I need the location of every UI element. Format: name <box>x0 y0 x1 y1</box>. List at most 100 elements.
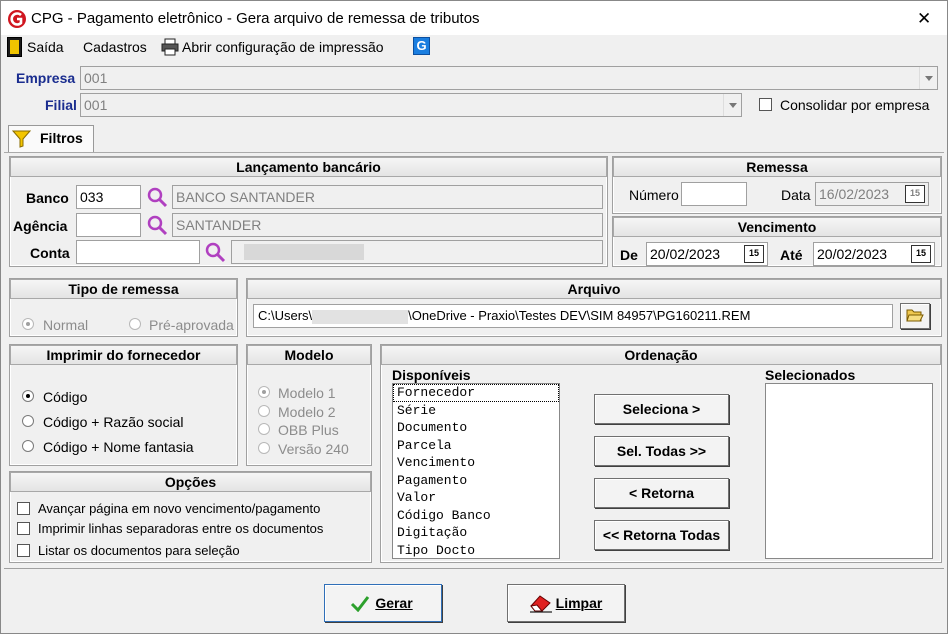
open-folder-button[interactable] <box>900 303 930 329</box>
chevron-down-icon[interactable] <box>723 94 741 116</box>
arquivo-path-input[interactable]: C:\Users\ \OneDrive - Praxio\Testes DEV\S… <box>253 304 893 328</box>
search-conta-icon[interactable] <box>204 241 226 263</box>
list-item[interactable]: Código Banco <box>393 507 559 525</box>
imprimir-title: Imprimir do fornecedor <box>10 345 237 365</box>
limpar-button[interactable]: Limpar <box>507 584 625 622</box>
menu-bar: Saída Cadastros Abrir configuração de im… <box>1 35 947 61</box>
seleciona-button[interactable]: Seleciona > <box>594 394 729 424</box>
list-item[interactable]: Fornecedor <box>393 384 559 402</box>
ate-label: Até <box>780 247 803 263</box>
checkbox-listar-documentos-label: Listar os documentos para seleção <box>38 543 240 558</box>
menu-abrir-configuracao[interactable]: Abrir configuração de impressão <box>182 39 384 55</box>
vencimento-title: Vencimento <box>613 217 941 237</box>
title-bar: CPG - Pagamento eletrônico - Gera arquiv… <box>1 1 947 35</box>
radio-normal[interactable] <box>22 318 34 330</box>
consolidar-checkbox[interactable] <box>759 98 772 111</box>
eraser-icon <box>530 595 552 613</box>
selecionados-label: Selecionados <box>765 367 856 383</box>
arquivo-title: Arquivo <box>247 279 941 299</box>
sel-todas-button[interactable]: Sel. Todas >> <box>594 436 729 466</box>
search-banco-icon[interactable] <box>146 186 168 208</box>
list-item[interactable]: Série <box>393 402 559 420</box>
list-item[interactable]: Valor <box>393 489 559 507</box>
checkbox-listar-documentos[interactable] <box>17 544 30 557</box>
list-item[interactable]: Documento <box>393 419 559 437</box>
chevron-down-icon[interactable] <box>919 67 937 89</box>
filter-icon <box>12 130 31 148</box>
numero-input[interactable] <box>681 182 747 206</box>
banco-label: Banco <box>26 190 69 206</box>
de-date-input[interactable]: 20/02/2023 15 <box>646 242 768 266</box>
list-item[interactable]: Digitação <box>393 524 559 542</box>
search-agencia-icon[interactable] <box>146 214 168 236</box>
calendar-icon[interactable]: 15 <box>905 185 925 203</box>
de-date-value: 20/02/2023 <box>650 246 721 262</box>
radio-modelo-2[interactable] <box>258 405 270 417</box>
conta-label: Conta <box>30 245 70 261</box>
retorna-button[interactable]: < Retorna <box>594 478 729 508</box>
opcoes-title: Opções <box>10 472 371 492</box>
list-item[interactable]: Tipo Docto <box>393 542 559 560</box>
conta-code-input[interactable] <box>76 240 200 264</box>
radio-codigo[interactable] <box>22 390 34 402</box>
list-item[interactable]: Vencimento <box>393 454 559 472</box>
menu-saida[interactable]: Saída <box>27 39 64 55</box>
ate-date-input[interactable]: 20/02/2023 15 <box>813 242 935 266</box>
radio-pre-aprovada-label: Pré-aprovada <box>149 317 234 333</box>
ate-date-value: 20/02/2023 <box>817 246 888 262</box>
consolidar-label: Consolidar por empresa <box>780 97 930 113</box>
tipo-remessa-title: Tipo de remessa <box>10 279 237 299</box>
close-button[interactable]: ✕ <box>917 9 931 29</box>
numero-label: Número <box>629 187 679 203</box>
radio-modelo-2-label: Modelo 2 <box>278 404 336 420</box>
radio-normal-label: Normal <box>43 317 89 333</box>
gerar-button[interactable]: Gerar <box>324 584 442 622</box>
banco-name-field: BANCO SANTANDER <box>172 185 603 209</box>
agencia-label: Agência <box>13 218 68 234</box>
agencia-code-input[interactable] <box>76 213 141 237</box>
data-label: Data <box>781 187 811 203</box>
disponiveis-list[interactable]: Fornecedor Série Documento Parcela Venci… <box>392 383 560 559</box>
limpar-label: Limpar <box>555 595 603 611</box>
banco-code-input[interactable]: 033 <box>76 185 141 209</box>
exit-door-icon <box>7 37 22 57</box>
radio-versao-240-label: Versão 240 <box>278 441 349 457</box>
filial-select[interactable]: 001 <box>80 93 742 117</box>
checkbox-imprimir-linhas-label: Imprimir linhas separadoras entre os doc… <box>38 521 324 536</box>
gerar-label: Gerar <box>375 595 413 611</box>
empresa-select[interactable]: 001 <box>80 66 938 90</box>
radio-modelo-1[interactable] <box>258 386 270 398</box>
radio-codigo-fantasia[interactable] <box>22 440 34 452</box>
empresa-value: 001 <box>84 70 108 86</box>
app-shortcut-icon[interactable]: G <box>413 37 430 55</box>
calendar-icon[interactable]: 15 <box>911 245 931 263</box>
window-title: CPG - Pagamento eletrônico - Gera arquiv… <box>31 10 480 27</box>
filial-value: 001 <box>84 97 108 113</box>
arquivo-path-end: \OneDrive - Praxio\Testes DEV\SIM 84957\… <box>408 308 751 323</box>
radio-codigo-razao-label: Código + Razão social <box>43 414 184 430</box>
radio-modelo-1-label: Modelo 1 <box>278 385 336 401</box>
retorna-todas-button[interactable]: << Retorna Todas <box>594 520 729 550</box>
selecionados-list[interactable] <box>765 383 933 559</box>
checkbox-avancar-pagina[interactable] <box>17 502 30 515</box>
footer-divider <box>4 568 944 569</box>
disponiveis-label: Disponíveis <box>392 367 471 383</box>
filial-label: Filial <box>45 97 77 113</box>
menu-cadastros[interactable]: Cadastros <box>83 39 147 55</box>
list-item[interactable]: Pagamento <box>393 472 559 490</box>
tab-filtros[interactable]: Filtros <box>8 125 94 153</box>
data-field[interactable]: 16/02/2023 15 <box>815 182 929 206</box>
empresa-label: Empresa <box>16 70 76 86</box>
radio-versao-240[interactable] <box>258 442 270 454</box>
checkbox-avancar-pagina-label: Avançar página em novo vencimento/pagame… <box>38 501 321 516</box>
radio-obb-plus[interactable] <box>258 423 270 435</box>
list-item[interactable]: Parcela <box>393 437 559 455</box>
arquivo-path-start: C:\Users\ <box>258 308 313 323</box>
radio-codigo-razao[interactable] <box>22 415 34 427</box>
radio-pre-aprovada[interactable] <box>129 318 141 330</box>
app-logo-icon <box>8 10 26 28</box>
calendar-icon[interactable]: 15 <box>744 245 764 263</box>
main-window: CPG - Pagamento eletrônico - Gera arquiv… <box>0 0 948 634</box>
de-label: De <box>620 247 638 263</box>
checkbox-imprimir-linhas[interactable] <box>17 522 30 535</box>
